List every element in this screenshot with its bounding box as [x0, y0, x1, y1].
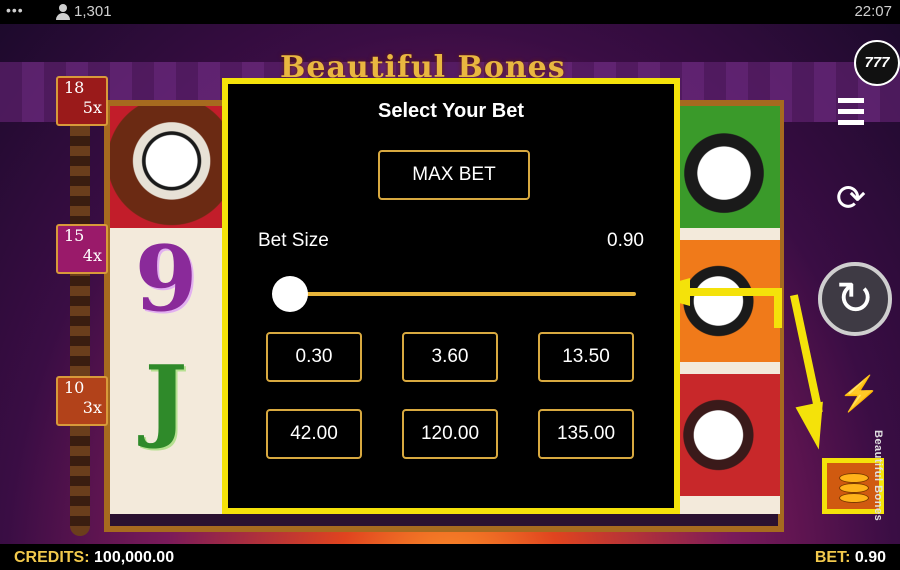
- turbo-icon[interactable]: ⚡: [838, 374, 880, 414]
- skeleton-man-symbol: [668, 106, 780, 228]
- coin-icon: [839, 483, 869, 493]
- chain-decoration: [70, 76, 90, 536]
- nine-symbol: 9: [134, 226, 198, 332]
- clock: 22:07: [854, 3, 892, 20]
- bet-option-button[interactable]: 120.00: [402, 409, 498, 459]
- players-indicator: 1,301: [56, 3, 112, 20]
- players-count: 1,301: [74, 3, 112, 20]
- bet-display: BET: 0.90: [815, 549, 886, 567]
- multiplier-badge: 15 4x: [56, 224, 108, 274]
- menu-dots-icon[interactable]: •••: [6, 2, 24, 18]
- arrow-corner: [774, 288, 782, 328]
- bet-label: BET:: [814, 549, 851, 566]
- arrow-shaft-horizontal: [690, 288, 780, 296]
- bet-selection-panel: Select Your Bet MAX BET Bet Size 0.90 0.…: [222, 78, 680, 514]
- bet-size-value: 0.90: [607, 230, 644, 251]
- bet-slider-track[interactable]: [290, 292, 636, 296]
- bet-value: 0.90: [854, 549, 886, 566]
- footer-bar: CREDITS: 100,000.00 BET: 0.90: [0, 544, 900, 570]
- credits-display: CREDITS: 100,000.00: [14, 549, 174, 567]
- reel-left: 9 J: [110, 106, 222, 514]
- coin-icon: [839, 493, 869, 503]
- panel-title: Select Your Bet: [378, 100, 524, 122]
- bet-option-button[interactable]: 135.00: [538, 409, 634, 459]
- status-bar: ••• 1,301 22:07: [0, 0, 900, 24]
- bet-option-button[interactable]: 13.50: [538, 332, 634, 382]
- max-bet-button[interactable]: MAX BET: [378, 150, 530, 200]
- bet-option-button[interactable]: 3.60: [402, 332, 498, 382]
- hamburger-menu-icon[interactable]: [838, 98, 864, 131]
- bet-option-button[interactable]: 42.00: [266, 409, 362, 459]
- coin-icon: [839, 473, 869, 483]
- bet-slider-thumb[interactable]: [272, 276, 308, 312]
- user-icon: [56, 3, 70, 20]
- catrina-red-symbol: [668, 374, 780, 496]
- jack-symbol: J: [144, 346, 188, 452]
- multiplier-badge: 18 5x: [56, 76, 108, 126]
- bet-option-button[interactable]: 0.30: [266, 332, 362, 382]
- credits-label: CREDITS:: [14, 549, 90, 566]
- reel-right: [668, 106, 780, 514]
- credits-value: 100,000.00: [94, 549, 175, 566]
- jackpot-button[interactable]: 777: [854, 40, 900, 86]
- multiplier-column: 18 5x 15 4x 10 3x: [56, 76, 108, 536]
- spin-button[interactable]: ↻: [818, 262, 892, 336]
- catrina-symbol: [110, 106, 222, 228]
- vertical-game-title: Beautiful Bones: [872, 430, 884, 522]
- autoplay-icon[interactable]: ⟳: [832, 179, 870, 217]
- bet-size-label: Bet Size: [258, 230, 329, 251]
- multiplier-badge: 10 3x: [56, 376, 108, 426]
